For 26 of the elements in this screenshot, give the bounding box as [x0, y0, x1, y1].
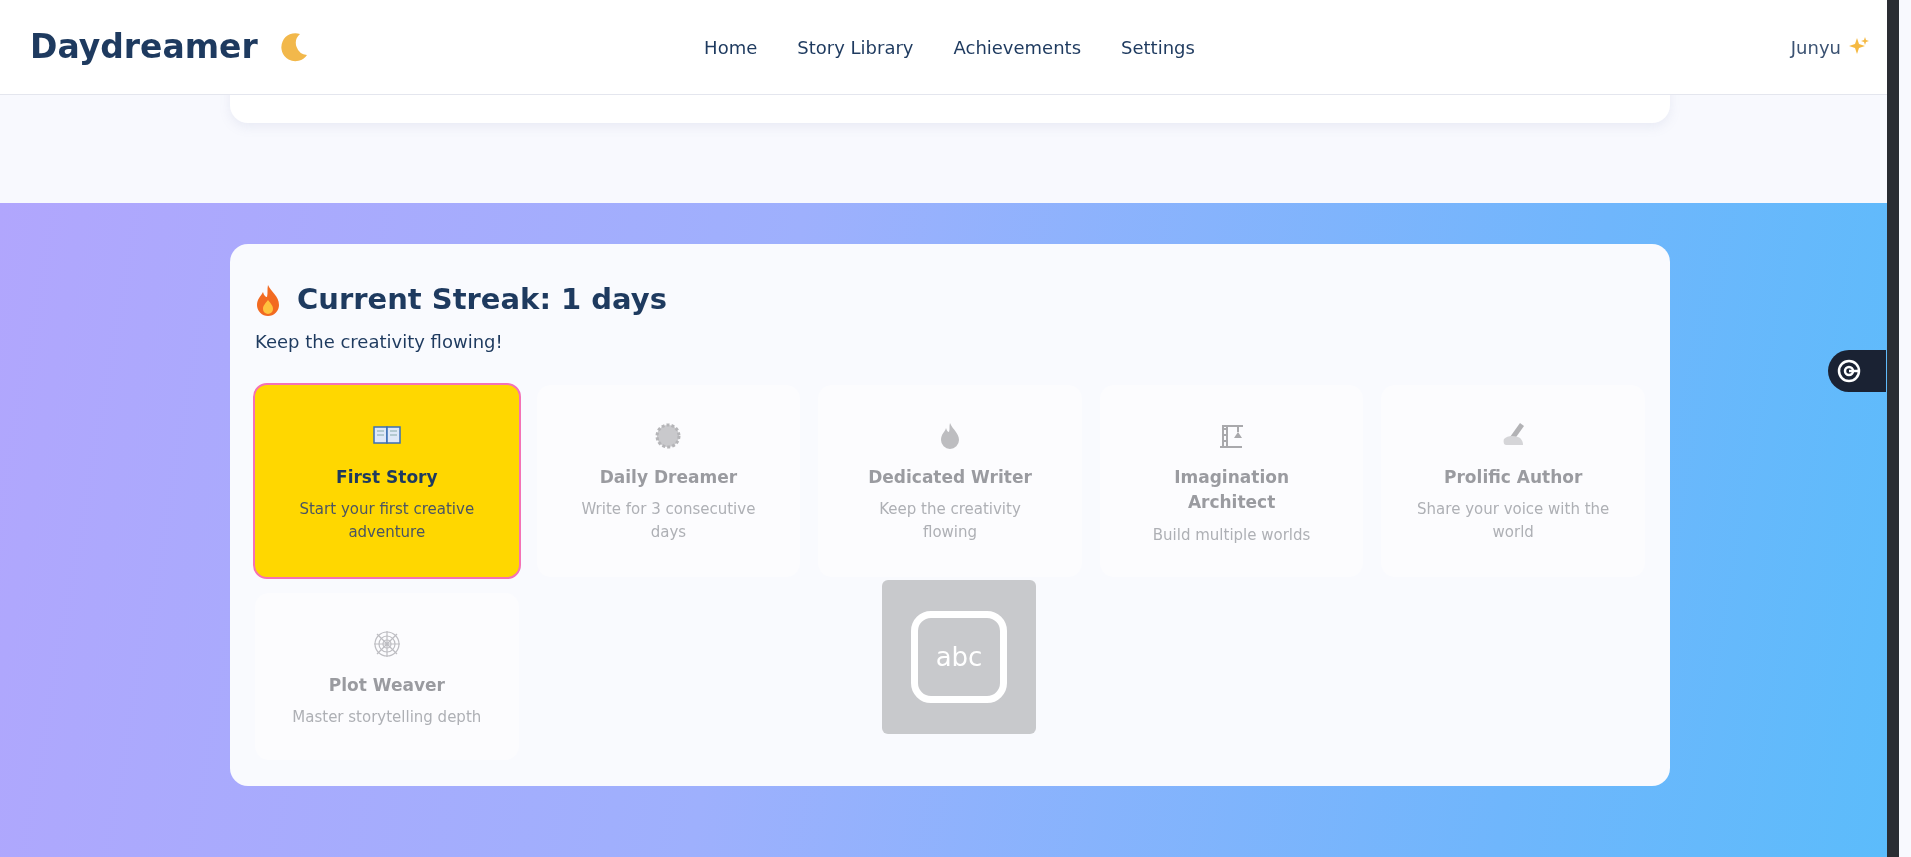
- spiral-icon: [1836, 358, 1862, 384]
- floating-button[interactable]: [1828, 350, 1886, 392]
- achievement-title: Plot Weaver: [327, 673, 446, 697]
- achievement-description: Share your voice with the world: [1416, 499, 1611, 544]
- brand-name[interactable]: Daydreamer: [30, 22, 258, 72]
- achievement-description: Keep the creativity flowing: [878, 499, 1022, 544]
- nav-link[interactable]: Home: [704, 33, 758, 61]
- spider-web-icon: [371, 628, 402, 659]
- achievement-description: Master storytelling depth: [291, 707, 483, 729]
- nav-link[interactable]: Achievements: [953, 33, 1082, 61]
- streak-title: Current Streak: 1 days: [297, 281, 667, 318]
- nav-link[interactable]: Story Library: [797, 33, 914, 61]
- achievement-title: First Story: [335, 465, 439, 489]
- streak-subtitle: Keep the creativity flowing!: [255, 329, 504, 354]
- achievement-description: Build multiple worlds: [1151, 524, 1312, 546]
- crescent-moon-icon: [279, 31, 310, 63]
- achievement-title: Dedicated Writer: [867, 465, 1033, 489]
- scrollbar[interactable]: [1887, 0, 1899, 857]
- achievement-description: Write for 3 consecutive days: [580, 499, 757, 544]
- achievement-title: Imagination Architect: [1173, 465, 1290, 514]
- achievement-title: Prolific Author: [1443, 465, 1584, 489]
- user-name[interactable]: Junyu: [1790, 33, 1841, 61]
- fire-icon: [255, 283, 281, 316]
- achievement-description: Start your first creative adventure: [298, 499, 476, 544]
- nav-link[interactable]: Settings: [1121, 33, 1195, 61]
- achievement-title: Daily Dreamer: [598, 465, 739, 489]
